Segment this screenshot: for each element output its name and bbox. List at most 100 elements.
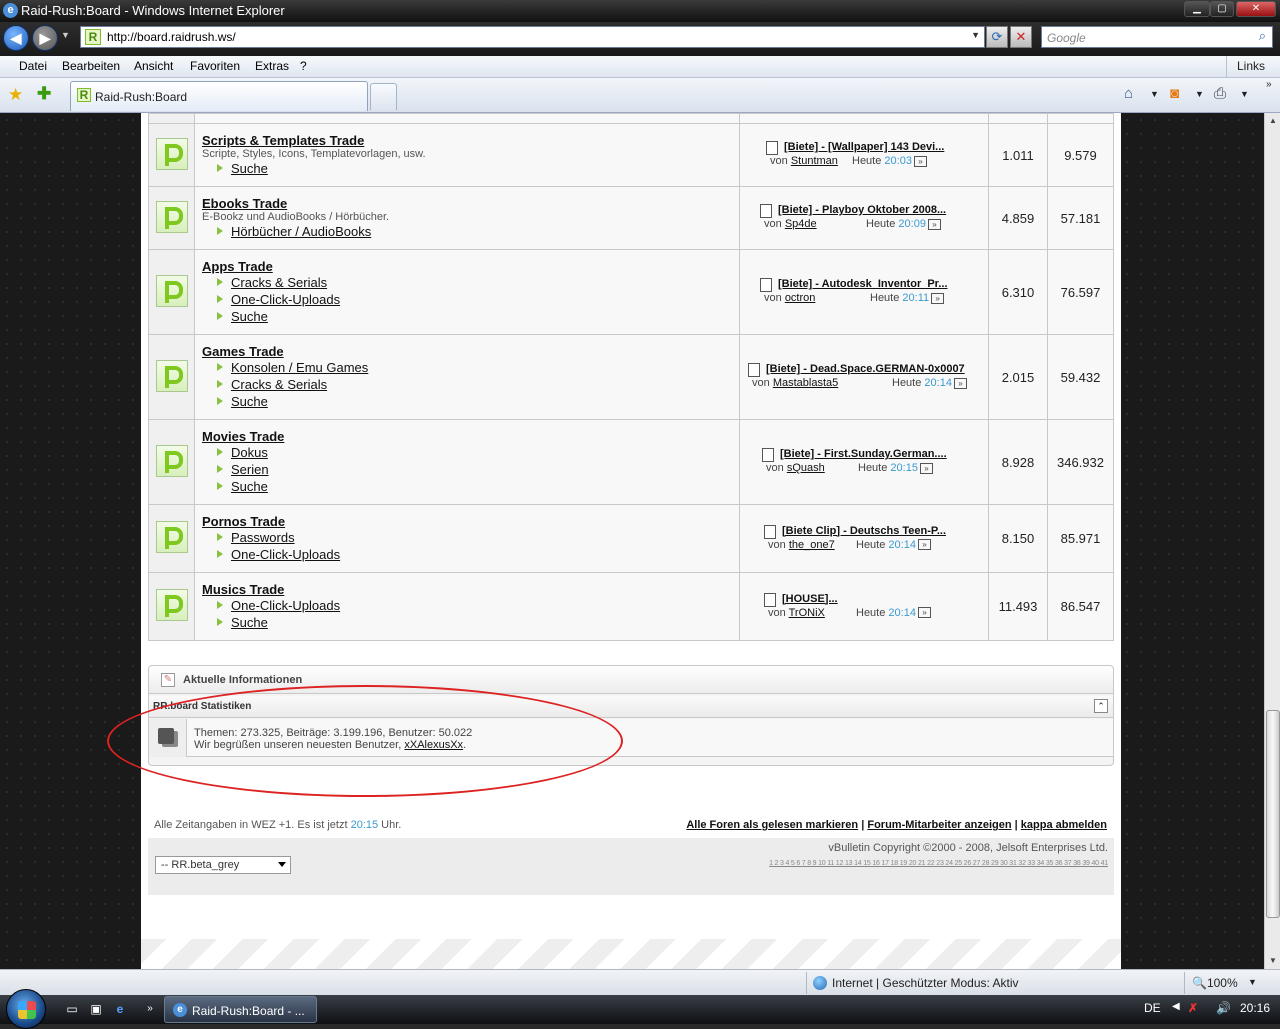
rss-feed-icon[interactable]: ◙ bbox=[1170, 85, 1179, 102]
subforum-link[interactable]: One-Click-Uploads bbox=[202, 597, 732, 614]
subforum-link[interactable]: Suche bbox=[202, 393, 732, 410]
go-to-last-post-icon[interactable]: » bbox=[919, 462, 933, 474]
start-button[interactable] bbox=[6, 989, 46, 1029]
ie-quicklaunch-icon[interactable]: e bbox=[112, 1002, 128, 1016]
switch-windows-icon[interactable]: ▣ bbox=[88, 1002, 104, 1016]
subforum-link[interactable]: Cracks & Serials bbox=[202, 274, 732, 291]
scroll-thumb[interactable] bbox=[1266, 710, 1280, 918]
subforum-link[interactable]: Suche bbox=[202, 160, 732, 177]
last-post-user-link[interactable]: octron bbox=[785, 292, 816, 304]
back-button[interactable]: ◀ bbox=[3, 25, 29, 51]
forum-title-link[interactable]: Games Trade bbox=[202, 344, 732, 359]
last-post-title[interactable]: [Biete] - First.Sunday.German.... bbox=[780, 448, 947, 460]
last-post-user-link[interactable]: Sp4de bbox=[785, 218, 817, 230]
forum-title-link[interactable]: Pornos Trade bbox=[202, 514, 732, 529]
address-url[interactable]: http://board.raidrush.ws/ bbox=[107, 30, 236, 44]
zoom-dropdown-icon[interactable]: ▼ bbox=[1248, 977, 1257, 987]
subforum-link[interactable]: Konsolen / Emu Games bbox=[202, 359, 732, 376]
menu-extras[interactable]: Extras bbox=[255, 59, 289, 73]
last-post-title[interactable]: [Biete Clip] - Deutschs Teen-P... bbox=[782, 525, 946, 537]
clock[interactable]: 20:16 bbox=[1240, 1001, 1270, 1015]
last-post-title[interactable]: [Biete] - [Wallpaper] 143 Devi... bbox=[784, 141, 944, 153]
refresh-button[interactable]: ⟳ bbox=[986, 26, 1008, 48]
last-post-user-link[interactable]: sQuash bbox=[787, 462, 825, 474]
subforum-link[interactable]: One-Click-Uploads bbox=[202, 291, 732, 308]
scroll-down-icon[interactable]: ▼ bbox=[1266, 953, 1280, 969]
feed-dropdown-icon[interactable]: ▼ bbox=[1195, 89, 1204, 99]
subforum-link[interactable]: Serien bbox=[202, 461, 732, 478]
menu-bearbeiten[interactable]: Bearbeiten bbox=[62, 59, 120, 73]
scroll-up-icon[interactable]: ▲ bbox=[1266, 113, 1280, 129]
search-icon[interactable]: ⌕ bbox=[1259, 28, 1266, 44]
print-dropdown-icon[interactable]: ▼ bbox=[1240, 89, 1249, 99]
last-post-title[interactable]: [Biete] - Playboy Oktober 2008... bbox=[778, 204, 946, 216]
close-button[interactable]: ✕ bbox=[1236, 1, 1276, 17]
last-post-user-link[interactable]: TrONiX bbox=[789, 607, 825, 619]
menu-ansicht[interactable]: Ansicht bbox=[134, 59, 173, 73]
subforum-label: Cracks & Serials bbox=[231, 377, 328, 392]
go-to-last-post-icon[interactable]: » bbox=[931, 292, 945, 304]
last-post-title[interactable]: [HOUSE]... bbox=[782, 593, 838, 605]
last-post-user-link[interactable]: Stuntman bbox=[791, 155, 838, 167]
more-chevron-icon[interactable]: » bbox=[1266, 79, 1272, 90]
history-dropdown-icon[interactable]: ▼ bbox=[61, 30, 70, 40]
subforum-link[interactable]: Dokus bbox=[202, 444, 732, 461]
security-zone[interactable]: Internet | Geschützter Modus: Aktiv bbox=[832, 976, 1019, 990]
subforum-link[interactable]: One-Click-Uploads bbox=[202, 546, 732, 563]
subforum-link[interactable]: Cracks & Serials bbox=[202, 376, 732, 393]
collapse-icon[interactable]: ⌃ bbox=[1094, 699, 1108, 713]
go-to-last-post-icon[interactable]: » bbox=[917, 607, 931, 619]
last-post-user-link[interactable]: the_one7 bbox=[789, 539, 835, 551]
search-input[interactable]: Google ⌕ bbox=[1041, 26, 1273, 48]
go-to-last-post-icon[interactable]: » bbox=[953, 377, 967, 389]
staff-link[interactable]: Forum-Mitarbeiter anzeigen bbox=[867, 819, 1011, 831]
home-icon[interactable]: ⌂ bbox=[1124, 85, 1133, 102]
tab-raid-rush[interactable]: R Raid-Rush:Board bbox=[70, 81, 368, 111]
stop-button[interactable]: ✕ bbox=[1010, 26, 1032, 48]
zoom-level[interactable]: 🔍100% bbox=[1192, 976, 1238, 990]
subforum-link[interactable]: Suche bbox=[202, 308, 732, 325]
antivirus-icon[interactable]: ✗ bbox=[1188, 1001, 1198, 1015]
forum-title-link[interactable]: Movies Trade bbox=[202, 429, 732, 444]
language-indicator[interactable]: DE bbox=[1144, 1001, 1161, 1015]
volume-icon[interactable]: 🔊 bbox=[1216, 1001, 1231, 1015]
forum-title-link[interactable]: Scripts & Templates Trade bbox=[202, 133, 732, 148]
last-post-clock: 20:15 bbox=[890, 462, 918, 474]
forum-title-link[interactable]: Apps Trade bbox=[202, 259, 732, 274]
add-favorite-icon[interactable]: ✚ bbox=[37, 84, 51, 104]
tray-expand-icon[interactable]: ◀ bbox=[1172, 1001, 1180, 1012]
menu-help[interactable]: ? bbox=[300, 59, 307, 73]
go-to-last-post-icon[interactable]: » bbox=[913, 155, 927, 167]
forum-title-link[interactable]: Musics Trade bbox=[202, 582, 732, 597]
style-select[interactable]: -- RR.beta_grey bbox=[155, 856, 291, 874]
last-post-title[interactable]: [Biete] - Autodesk_Inventor_Pr... bbox=[778, 278, 948, 290]
last-post-user-link[interactable]: Mastablasta5 bbox=[773, 377, 838, 389]
address-bar[interactable]: R http://board.raidrush.ws/ ▼ bbox=[80, 26, 985, 48]
quicklaunch-more-icon[interactable]: » bbox=[142, 1002, 158, 1016]
subforum-link[interactable]: Hörbücher / AudioBooks bbox=[202, 223, 732, 240]
go-to-last-post-icon[interactable]: » bbox=[917, 539, 931, 551]
home-dropdown-icon[interactable]: ▼ bbox=[1150, 89, 1159, 99]
page-numbers[interactable]: 1 2 3 4 5 6 7 8 9 10 11 12 13 14 15 16 1… bbox=[769, 860, 1108, 867]
subforum-link[interactable]: Suche bbox=[202, 614, 732, 631]
forum-title-link[interactable]: Ebooks Trade bbox=[202, 196, 732, 211]
subforum-link[interactable]: Passwords bbox=[202, 529, 732, 546]
last-post-title[interactable]: [Biete] - Dead.Space.GERMAN-0x0007 bbox=[766, 363, 965, 375]
favorites-star-icon[interactable]: ★ bbox=[8, 85, 23, 105]
links-toolbar[interactable]: Links bbox=[1226, 56, 1280, 78]
menu-datei[interactable]: Datei bbox=[19, 59, 47, 73]
logout-link[interactable]: kappa abmelden bbox=[1021, 819, 1107, 831]
vertical-scrollbar[interactable]: ▲ ▼ bbox=[1264, 113, 1280, 969]
mark-read-link[interactable]: Alle Foren als gelesen markieren bbox=[686, 819, 858, 831]
go-to-last-post-icon[interactable]: » bbox=[927, 218, 941, 230]
menu-favoriten[interactable]: Favoriten bbox=[190, 59, 240, 73]
print-icon[interactable]: ⎙ bbox=[1214, 85, 1226, 102]
taskbar-ie-window[interactable]: e Raid-Rush:Board - ... bbox=[164, 996, 317, 1023]
forward-button[interactable]: ▶ bbox=[32, 25, 58, 51]
minimize-button[interactable]: ▁ bbox=[1184, 1, 1210, 17]
address-dropdown-icon[interactable]: ▼ bbox=[971, 30, 980, 40]
new-tab-button[interactable] bbox=[370, 83, 397, 110]
show-desktop-icon[interactable]: ▭ bbox=[64, 1002, 80, 1016]
subforum-link[interactable]: Suche bbox=[202, 478, 732, 495]
maximize-button[interactable]: ▢ bbox=[1210, 1, 1234, 17]
